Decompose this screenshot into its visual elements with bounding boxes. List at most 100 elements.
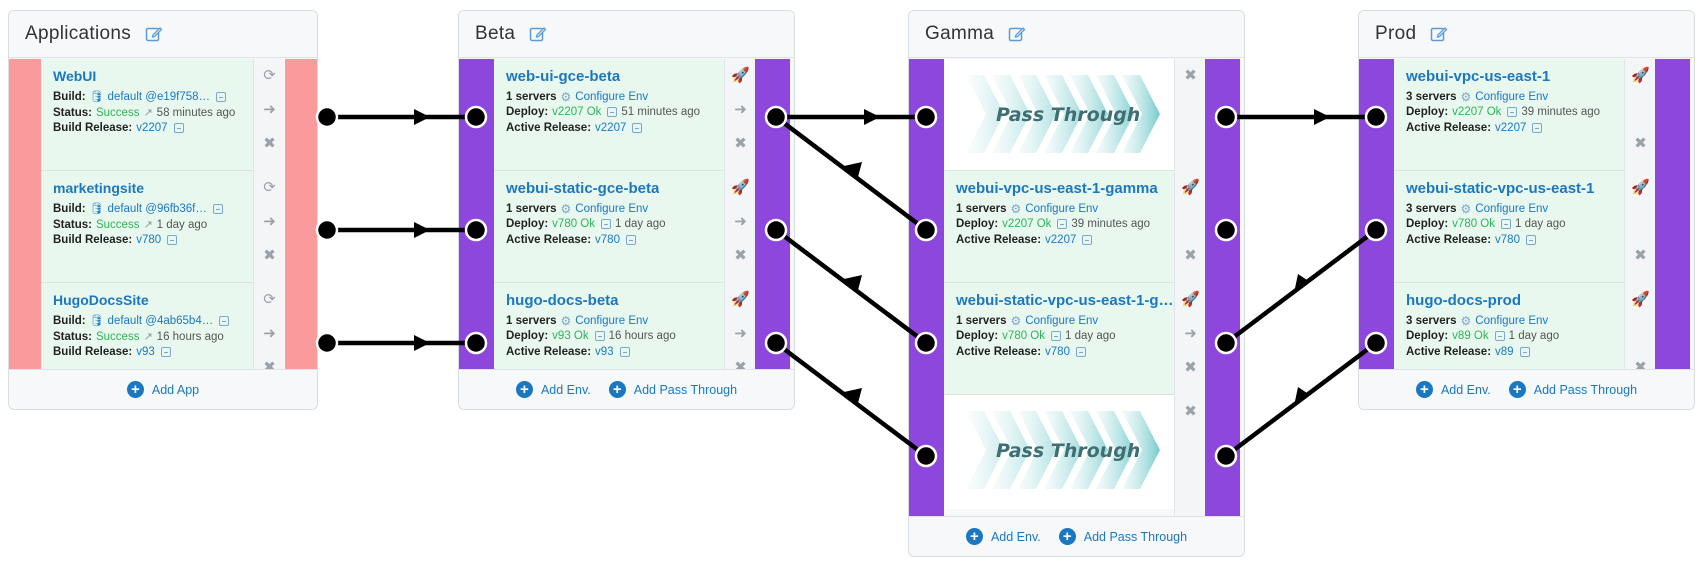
- release-link[interactable]: v2207: [136, 122, 167, 134]
- edit-icon[interactable]: [1008, 25, 1026, 43]
- expand-icon[interactable]: [173, 123, 184, 133]
- expand-icon[interactable]: [625, 235, 636, 245]
- configure-env-link[interactable]: Configure Env: [575, 315, 648, 327]
- expand-icon[interactable]: [607, 107, 618, 117]
- configure-env-link[interactable]: Configure Env: [1025, 315, 1098, 327]
- arrow-circle-right-icon[interactable]: ➜: [725, 325, 756, 343]
- add-env-button[interactable]: + Add Env.: [965, 528, 1041, 545]
- configure-env-link[interactable]: Configure Env: [1475, 315, 1548, 327]
- expand-icon[interactable]: [1501, 219, 1511, 229]
- external-link-icon[interactable]: ↗: [143, 330, 152, 343]
- arrow-circle-right-icon[interactable]: ➜: [254, 101, 285, 119]
- close-icon[interactable]: ✖: [1175, 247, 1206, 265]
- rocket-icon[interactable]: 🚀: [725, 291, 756, 309]
- expand-icon[interactable]: [167, 235, 178, 245]
- external-link-icon[interactable]: ↗: [143, 218, 152, 231]
- close-icon[interactable]: ✖: [254, 135, 285, 153]
- close-icon[interactable]: ✖: [254, 247, 285, 265]
- add-env-button[interactable]: + Add Env.: [515, 381, 591, 398]
- release-link[interactable]: v93: [136, 346, 155, 358]
- refresh-icon[interactable]: ⟳: [254, 179, 285, 197]
- expand-icon[interactable]: [1051, 331, 1061, 341]
- close-icon[interactable]: ✖: [725, 135, 756, 153]
- arrow-circle-right-icon[interactable]: ➜: [725, 101, 756, 119]
- env-name-link[interactable]: hugo-docs-prod: [1406, 292, 1521, 309]
- output-port[interactable]: [1214, 218, 1238, 242]
- app-name-link[interactable]: WebUI: [53, 68, 96, 84]
- rocket-icon[interactable]: 🚀: [1625, 291, 1656, 309]
- input-port[interactable]: [464, 105, 488, 129]
- output-port[interactable]: [315, 218, 339, 242]
- release-link[interactable]: v780: [595, 234, 620, 246]
- arrow-circle-right-icon[interactable]: ➜: [1175, 325, 1206, 343]
- input-port[interactable]: [914, 331, 938, 355]
- expand-icon[interactable]: [1507, 107, 1518, 117]
- close-icon[interactable]: ✖: [725, 247, 756, 265]
- rocket-icon[interactable]: 🚀: [1625, 179, 1656, 197]
- add-env-button[interactable]: + Add Env.: [1415, 381, 1491, 398]
- env-name-link[interactable]: webui-static-vpc-us-east-1: [1406, 180, 1594, 197]
- rocket-icon[interactable]: 🚀: [725, 179, 756, 197]
- expand-icon[interactable]: [219, 315, 230, 326]
- configure-env-link[interactable]: Configure Env: [1025, 203, 1098, 215]
- rocket-icon[interactable]: 🚀: [1175, 291, 1206, 309]
- arrow-circle-right-icon[interactable]: ➜: [254, 325, 285, 343]
- add-pass-through-button[interactable]: + Add Pass Through: [608, 381, 737, 398]
- input-port[interactable]: [464, 331, 488, 355]
- env-name-link[interactable]: webui-static-vpc-us-east-1-g…: [956, 292, 1174, 309]
- output-port[interactable]: [764, 105, 788, 129]
- release-link[interactable]: v89: [1495, 346, 1514, 358]
- input-port[interactable]: [914, 105, 938, 129]
- rocket-icon[interactable]: 🚀: [1175, 179, 1206, 197]
- close-icon[interactable]: ✖: [1175, 67, 1206, 85]
- refresh-icon[interactable]: ⟳: [254, 291, 285, 309]
- build-link[interactable]: default @96fb36f…: [108, 203, 207, 215]
- output-port[interactable]: [1214, 444, 1238, 468]
- edit-icon[interactable]: [145, 25, 163, 43]
- release-link[interactable]: v780: [1045, 346, 1070, 358]
- close-icon[interactable]: ✖: [1175, 403, 1206, 421]
- expand-icon[interactable]: [1082, 235, 1093, 245]
- arrow-circle-right-icon[interactable]: ➜: [725, 213, 756, 231]
- input-port[interactable]: [464, 218, 488, 242]
- configure-env-link[interactable]: Configure Env: [575, 91, 648, 103]
- expand-icon[interactable]: [594, 331, 605, 341]
- edit-icon[interactable]: [529, 25, 547, 43]
- env-name-link[interactable]: webui-vpc-us-east-1-gamma: [956, 180, 1174, 197]
- edit-icon[interactable]: [1430, 25, 1448, 43]
- expand-icon[interactable]: [1519, 347, 1530, 357]
- configure-env-link[interactable]: Configure Env: [575, 203, 648, 215]
- expand-icon[interactable]: [619, 347, 630, 357]
- app-name-link[interactable]: HugoDocsSite: [53, 292, 149, 308]
- env-name-link[interactable]: webui-static-gce-beta: [506, 180, 659, 197]
- build-link[interactable]: default @e19f758…: [108, 91, 210, 103]
- rocket-icon[interactable]: 🚀: [725, 67, 756, 85]
- expand-icon[interactable]: [601, 219, 611, 229]
- rocket-icon[interactable]: 🚀: [1625, 67, 1656, 85]
- arrow-circle-right-icon[interactable]: ➜: [254, 213, 285, 231]
- input-port[interactable]: [1364, 331, 1388, 355]
- expand-icon[interactable]: [160, 347, 171, 357]
- input-port[interactable]: [914, 444, 938, 468]
- output-port[interactable]: [1214, 105, 1238, 129]
- build-link[interactable]: default @4ab65b4…: [108, 315, 214, 327]
- close-icon[interactable]: ✖: [1625, 247, 1656, 265]
- expand-icon[interactable]: [212, 203, 223, 214]
- input-port[interactable]: [1364, 218, 1388, 242]
- close-icon[interactable]: ✖: [1175, 359, 1206, 377]
- expand-icon[interactable]: [1494, 331, 1505, 341]
- add-pass-through-button[interactable]: + Add Pass Through: [1058, 528, 1187, 545]
- expand-icon[interactable]: [216, 91, 227, 102]
- configure-env-link[interactable]: Configure Env: [1475, 203, 1548, 215]
- app-name-link[interactable]: marketingsite: [53, 180, 144, 196]
- expand-icon[interactable]: [1057, 219, 1068, 229]
- configure-env-link[interactable]: Configure Env: [1475, 91, 1548, 103]
- external-link-icon[interactable]: ↗: [143, 106, 152, 119]
- release-link[interactable]: v2207: [1045, 234, 1076, 246]
- release-link[interactable]: v93: [595, 346, 614, 358]
- release-link[interactable]: v2207: [595, 122, 626, 134]
- refresh-icon[interactable]: ⟳: [254, 67, 285, 85]
- output-port[interactable]: [764, 218, 788, 242]
- expand-icon[interactable]: [1532, 123, 1543, 133]
- close-icon[interactable]: ✖: [1625, 135, 1656, 153]
